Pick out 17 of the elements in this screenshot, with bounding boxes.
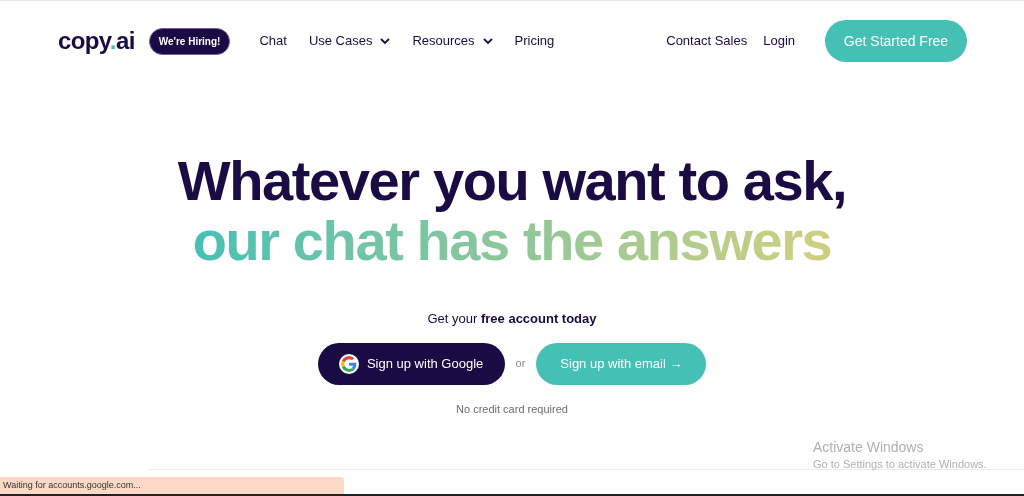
nav-link[interactable]: Pricing: [514, 31, 555, 51]
activation-notice-title: Activate Windows: [813, 438, 925, 456]
nav-link[interactable]: Chat: [259, 31, 287, 51]
nav-link[interactable]: Login: [763, 31, 795, 51]
google-signup-button[interactable]: Sign up with Google: [317, 342, 505, 385]
nav-link[interactable]: Use Cases: [308, 31, 391, 51]
nav-link[interactable]: Resources: [412, 31, 493, 51]
activation-notice-text: Go to Settings to activate Windows.: [813, 457, 987, 472]
headline: Whatever you want to ask,: [177, 151, 847, 211]
signup-prompt: Get your free account today: [427, 310, 597, 328]
no-credit-card-note: No credit card required: [456, 401, 568, 417]
status-bar: Waiting for accounts.google.com...: [0, 477, 344, 494]
logo[interactable]: copy.ai: [58, 23, 135, 59]
google-g-icon: [338, 353, 359, 374]
hiring-badge[interactable]: We're Hiring!: [148, 27, 231, 55]
nav-link[interactable]: Contact Sales: [666, 31, 748, 51]
or-separator: or: [515, 356, 526, 372]
